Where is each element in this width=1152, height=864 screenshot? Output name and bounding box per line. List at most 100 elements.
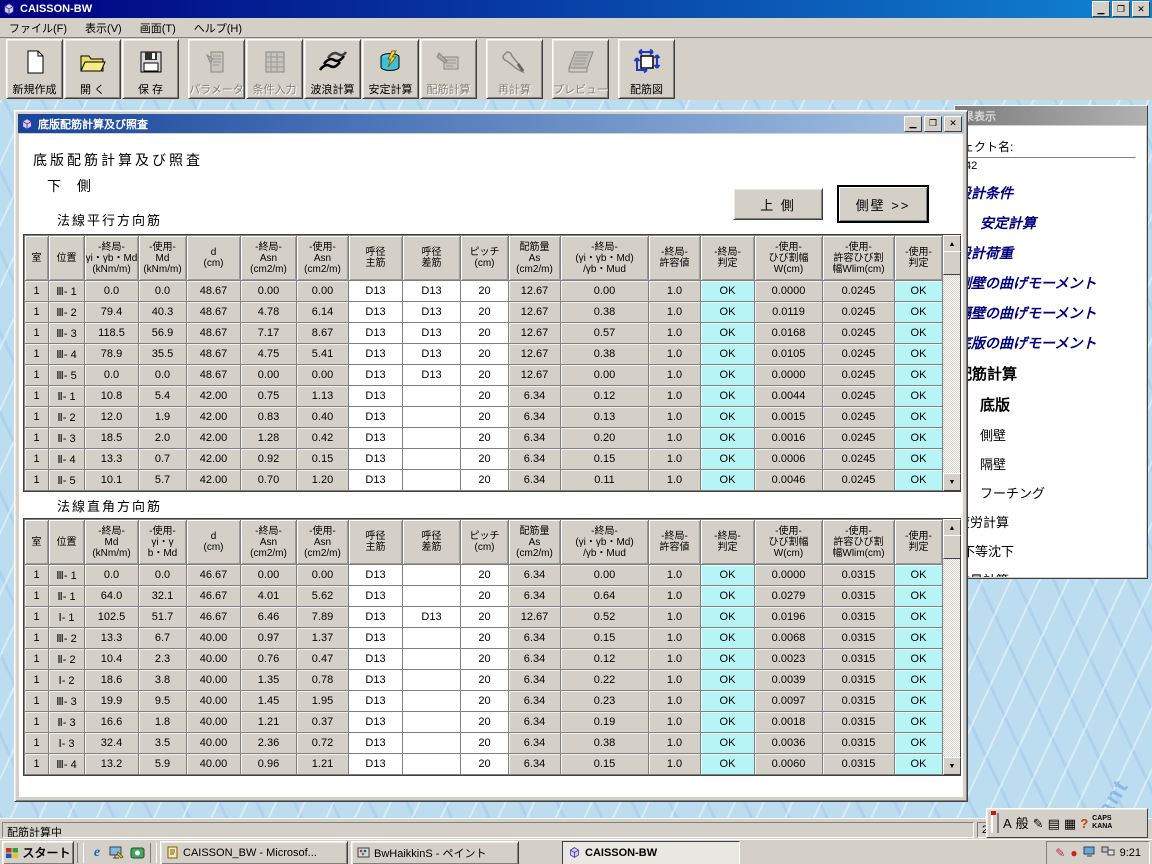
table-cell: 0.0097 [755,691,823,712]
preview-page-icon [567,40,595,84]
table-cell: 7.17 [241,323,297,344]
column-header: -終局- 許容値 [649,520,701,565]
task-caisson-bw[interactable]: CAISSON-BW [562,841,740,864]
table-cell: 0.0036 [755,733,823,754]
table-cell: 40.00 [187,754,241,775]
ime-conversion-mode[interactable]: 般 [1016,817,1029,830]
table-cell: OK [895,344,943,365]
table-cell: 1 [25,302,49,323]
column-header: 位置 [49,236,85,281]
table-cell: 1 [25,733,49,754]
ms-doc-icon [166,846,179,859]
menu-view[interactable]: 表示(V) [76,18,131,38]
nav-item-bottom-slab[interactable]: 底版 [956,394,1146,415]
table-cell: 1.0 [649,302,701,323]
nav-item-bulkhead-moment[interactable]: 隔壁の曲げモーメント [956,303,1146,323]
table-cell: 0.15 [561,449,649,470]
toolbar-button-save[interactable]: 保 存 [122,39,179,99]
toolbar-button-new[interactable]: 新規作成 [6,39,63,99]
task-caisson-ms[interactable]: CAISSON_BW - Microsof... [160,841,348,864]
child-minimize-button[interactable]: ▁ [904,116,922,132]
table-cell: 1 [25,628,49,649]
table-cell: 51.7 [139,607,187,628]
toolbar-button-parameter[interactable]: パラメータ [188,39,245,99]
nav-item-sidewall[interactable]: 側壁 [956,425,1146,444]
task-paint[interactable]: BwHaikkinS - ペイント [351,841,519,864]
column-header: ピッチ (cm) [461,236,509,281]
table-cell: 1.35 [241,670,297,691]
table-cell: 0.0000 [755,365,823,386]
nav-item-quantity-calc[interactable]: 数量計算 [956,570,1146,577]
start-button[interactable]: スタート [2,841,74,864]
toolbar-button-open[interactable]: 開 く [64,39,121,99]
channels-quicklaunch-icon[interactable] [127,843,147,863]
table-cell: Ⅲ- 1 [49,281,85,302]
nav-item-design-load[interactable]: 設計荷重 [956,243,1146,263]
network-tray-icon[interactable] [1101,846,1115,859]
clock[interactable]: 9:21 [1120,847,1141,859]
minimize-button[interactable]: ▁ [1092,1,1110,17]
column-header: -終局- Md (kNm/m) [85,520,139,565]
nav-item-design-conditions[interactable]: 設計条件 [956,183,1146,203]
table-scrollbar[interactable]: ▲ ▼ [942,235,960,491]
display-tray-icon[interactable] [1083,846,1096,859]
close-button[interactable]: ✕ [1132,1,1150,17]
nav-item-differential-settlement[interactable]: 不等沈下 [956,541,1146,560]
toolbar-button-recalc[interactable]: 再計算 [486,39,543,99]
table-row: 1Ⅲ- 279.440.348.674.786.14D13D132012.670… [25,302,943,323]
menu-help[interactable]: ヘルプ(H) [185,18,251,38]
ime-help-icon[interactable]: ? [1080,817,1088,830]
nav-item-rebar-calc[interactable]: 配筋計算 [956,363,1146,384]
nav-item-sidewall-moment[interactable]: 側壁の曲げモーメント [956,273,1146,293]
nav-item-fatigue-calc[interactable]: 疲労計算 [956,512,1146,531]
table-cell: 1 [25,428,49,449]
desktop-quicklaunch-icon[interactable] [107,843,127,863]
nav-item-stability-calc[interactable]: 安定計算 [956,213,1146,233]
table-cell: 1.0 [649,386,701,407]
scroll-thumb[interactable] [943,251,961,275]
menu-screen[interactable]: 画面(T) [131,18,185,38]
table-cell: OK [701,323,755,344]
scroll-down-button[interactable]: ▼ [943,757,961,775]
ball-tray-icon[interactable]: ● [1070,847,1077,859]
taskbar-divider [150,843,157,863]
save-floppy-icon [138,40,164,84]
table-cell: 42.00 [187,449,241,470]
ime-grip[interactable] [991,813,999,833]
table-cell: OK [895,302,943,323]
table-cell: D13 [349,670,403,691]
toolbar-button-rebar-diagram[interactable]: 配筋図 [618,39,675,99]
restore-button[interactable]: ❐ [1112,1,1130,17]
taskbar: スタート e CAISSON_BW - Microsof... BwHaikki… [0,839,1152,864]
child-close-button[interactable]: ✕ [944,116,962,132]
table-cell: 0.00 [561,365,649,386]
ime-brush-icon[interactable]: ✎ [1033,817,1044,830]
table-cell: OK [701,449,755,470]
project-name-input[interactable] [962,157,1136,175]
table-scrollbar[interactable]: ▲ ▼ [942,519,960,775]
pen-tray-icon[interactable]: ✎ [1055,847,1065,859]
ime-pad-icon[interactable]: ▦ [1064,817,1076,830]
ime-input-mode[interactable]: A [1003,817,1012,830]
table-cell: 0.38 [561,733,649,754]
nav-item-bulkhead[interactable]: 隔壁 [956,454,1146,473]
toolbar-button-rebar-calc[interactable]: 配筋計算 [420,39,477,99]
menu-bar: ファイル(F) 表示(V) 画面(T) ヘルプ(H) [0,18,1152,38]
scroll-thumb[interactable] [943,535,961,559]
toolbar-button-preview[interactable]: プレビュー [552,39,609,99]
upper-side-button[interactable]: 上 側 [733,188,823,220]
sidewall-next-button[interactable]: 側壁 >> [837,185,929,223]
ime-dictionary-icon[interactable]: ▤ [1048,817,1060,830]
menu-file[interactable]: ファイル(F) [0,18,76,38]
toolbar-button-condition-input[interactable]: 条件入力 [246,39,303,99]
ie-quicklaunch-icon[interactable]: e [87,843,107,863]
nav-item-bottom-slab-moment[interactable]: 底版の曲げモーメント [956,333,1146,353]
scroll-down-button[interactable]: ▼ [943,473,961,491]
toolbar-button-wave-calc[interactable]: 波浪計算 [304,39,361,99]
child-restore-button[interactable]: ❐ [924,116,942,132]
table-cell: 0.97 [241,628,297,649]
table-cell: Ⅱ- 2 [49,407,85,428]
nav-item-footing[interactable]: フーチング [956,483,1146,502]
table-cell: OK [895,754,943,775]
toolbar-button-stability-calc[interactable]: 安定計算 [362,39,419,99]
